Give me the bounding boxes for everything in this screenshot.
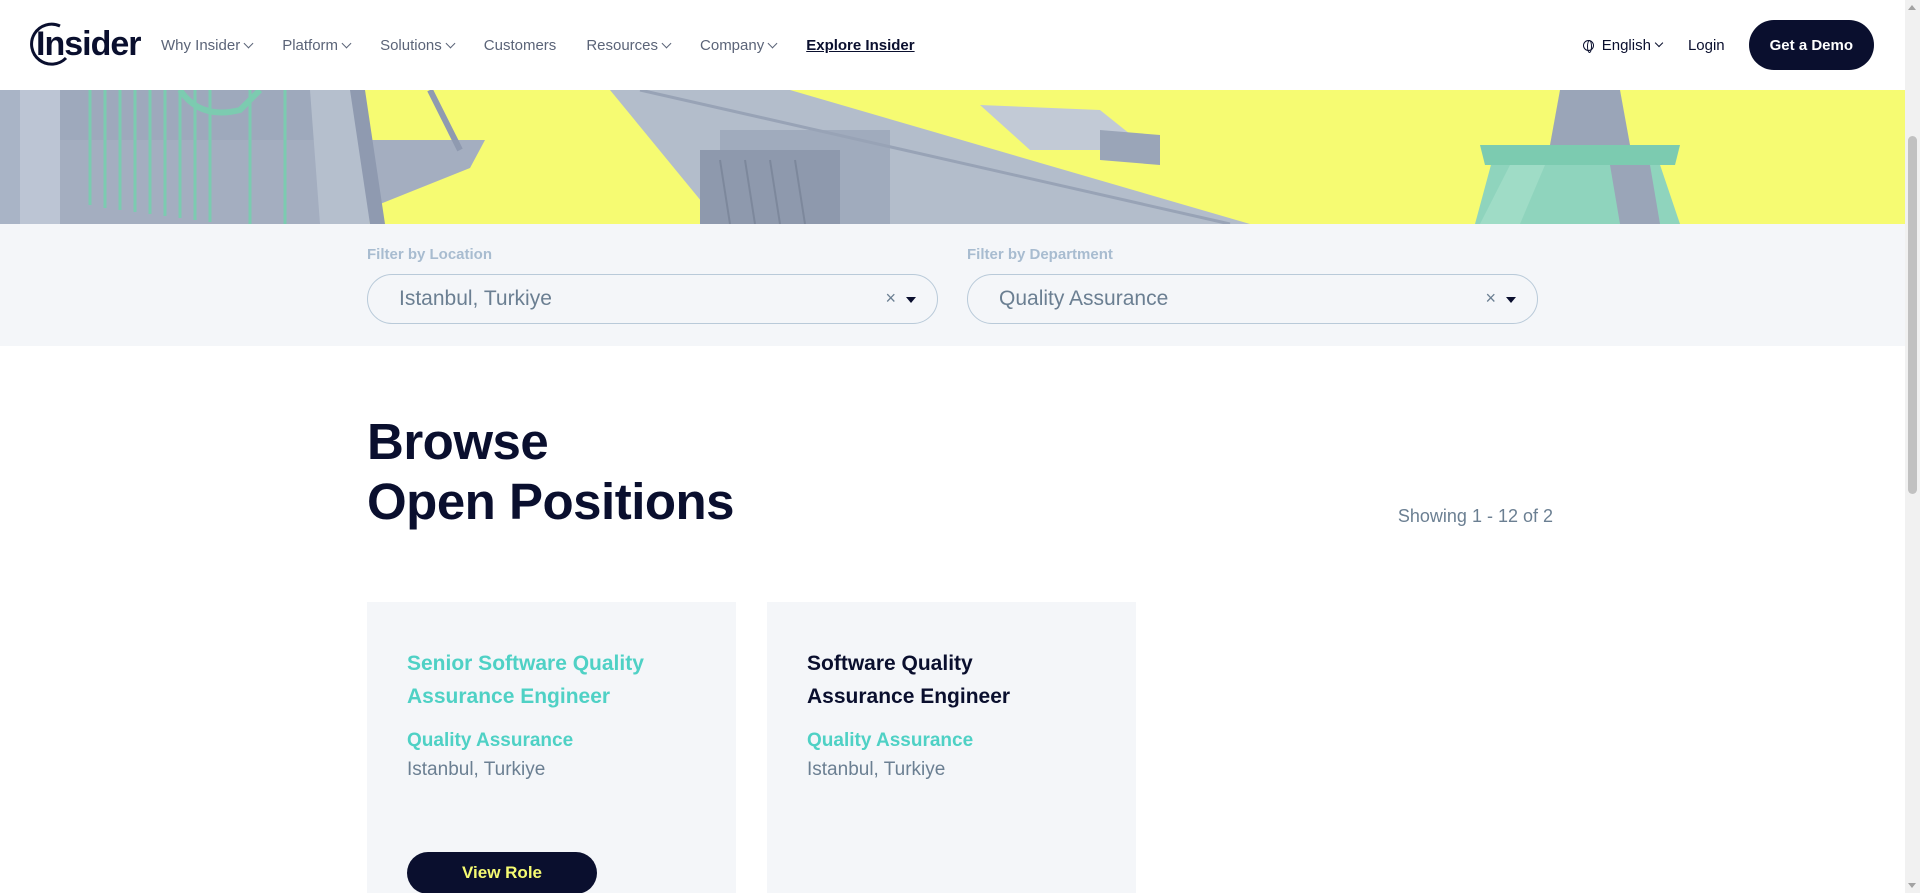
job-title-line1: Senior Software Quality [407, 652, 644, 675]
insider-logo[interactable]: Insider [30, 20, 141, 68]
clear-location-icon[interactable]: × [885, 288, 896, 309]
menu-platform[interactable]: Platform [282, 36, 352, 54]
job-title[interactable]: Senior Software Quality Assurance Engine… [407, 647, 696, 713]
main-menu: Why Insider Platform Solutions Customers… [161, 0, 945, 90]
chevron-down-icon [341, 38, 352, 48]
menu-label: Company [700, 36, 765, 54]
job-location: Istanbul, Turkiye [407, 759, 546, 780]
scrollbar-thumb[interactable] [1908, 136, 1917, 494]
job-location: Istanbul, Turkiye [807, 759, 946, 780]
hero-illustration [0, 90, 1905, 224]
chevron-down-icon [767, 38, 778, 48]
filter-bar: Filter by Location Istanbul, Turkiye × F… [0, 224, 1905, 346]
menu-label: Resources [586, 36, 659, 54]
menu-why-insider[interactable]: Why Insider [161, 36, 254, 54]
login-link[interactable]: Login [1688, 37, 1725, 54]
location-filter-label: Filter by Location [367, 246, 493, 263]
page-title-line2: Open Positions [367, 473, 735, 530]
menu-label: Solutions [380, 36, 442, 54]
menu-label: Customers [483, 36, 557, 54]
caret-down-icon[interactable] [906, 297, 916, 303]
menu-label: Explore Insider [806, 36, 915, 54]
bridge-illustration [0, 90, 1680, 224]
page-title-line1: Browse [367, 413, 549, 470]
department-select-value: Quality Assurance [999, 287, 1169, 310]
menu-label: Platform [282, 36, 339, 54]
menu-solutions[interactable]: Solutions [380, 36, 456, 54]
menu-customers[interactable]: Customers [484, 37, 557, 54]
department-select[interactable]: Quality Assurance × [967, 274, 1538, 324]
page-scrollbar[interactable] [1905, 0, 1920, 893]
chevron-down-icon [445, 38, 456, 48]
top-navigation: Insider Why Insider Platform Solutions C… [0, 0, 1905, 90]
clear-department-icon[interactable]: × [1485, 288, 1496, 309]
get-a-demo-button[interactable]: Get a Demo [1748, 20, 1874, 70]
department-filter: Filter by Department Quality Assurance × [967, 246, 1538, 324]
department-filter-label: Filter by Department [967, 246, 1113, 263]
job-title-line2: Assurance Engineer [807, 685, 1011, 708]
job-department: Quality Assurance [407, 730, 574, 751]
page-title: Browse Open Positions [367, 412, 735, 532]
menu-resources[interactable]: Resources [586, 36, 672, 54]
menu-label: Why Insider [161, 36, 241, 54]
location-select[interactable]: Istanbul, Turkiye × [367, 274, 938, 324]
job-card[interactable]: Senior Software Quality Assurance Engine… [367, 602, 736, 893]
chevron-down-icon [1654, 38, 1664, 48]
globe-icon [1582, 39, 1594, 53]
job-title[interactable]: Software Quality Assurance Engineer [807, 647, 1096, 713]
job-title-line1: Software Quality [807, 652, 973, 675]
job-department: Quality Assurance [807, 730, 974, 751]
results-count: Showing 1 - 12 of 2 [1397, 506, 1553, 526]
nav-actions: English Login Get a Demo [1582, 0, 1905, 90]
language-label: English [1601, 36, 1651, 54]
job-card[interactable]: Software Quality Assurance Engineer Qual… [767, 602, 1136, 893]
chevron-down-icon [243, 38, 254, 48]
menu-explore-insider[interactable]: Explore Insider [806, 37, 914, 54]
chevron-down-icon [661, 38, 672, 48]
scroll-up-arrow-icon[interactable] [1908, 5, 1916, 10]
view-role-button[interactable]: View Role [407, 852, 597, 893]
caret-down-icon[interactable] [1506, 297, 1516, 303]
location-filter: Filter by Location Istanbul, Turkiye × [367, 246, 938, 324]
menu-company[interactable]: Company [700, 36, 778, 54]
location-select-value: Istanbul, Turkiye [399, 287, 552, 310]
logo-ring-icon [30, 22, 68, 66]
scroll-down-arrow-icon[interactable] [1908, 883, 1916, 888]
language-selector[interactable]: English [1582, 36, 1664, 54]
job-title-line2: Assurance Engineer [407, 685, 611, 708]
